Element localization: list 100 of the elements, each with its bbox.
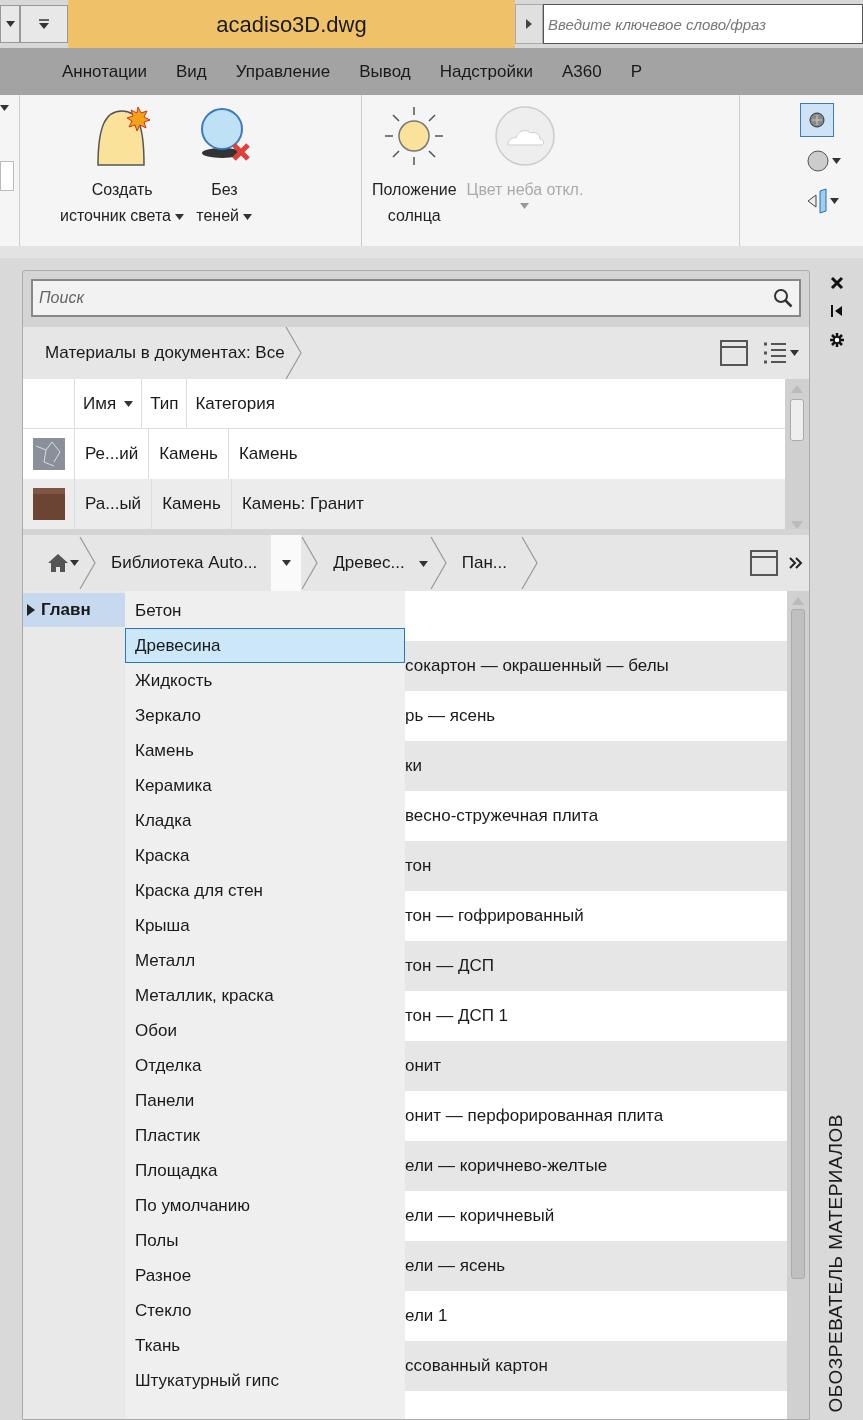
list-item[interactable]: ки (405, 753, 422, 779)
list-item[interactable]: тон — ДСП (405, 953, 494, 979)
sphere-icon (808, 111, 826, 129)
list-view-button[interactable] (763, 341, 799, 365)
pin-icon[interactable] (829, 304, 844, 318)
ribbon-tab[interactable]: Вид (176, 58, 207, 85)
list-item[interactable]: тон — гофрированный (405, 903, 584, 929)
breadcrumb-item[interactable]: Материалы в документах: Все (23, 340, 285, 366)
dropdown-item[interactable]: Керамика (125, 768, 405, 803)
ribbon-button[interactable]: Создать источник света (60, 95, 185, 246)
ribbon-tab[interactable]: Аннотации (62, 58, 147, 85)
caret-icon (124, 400, 134, 407)
dropdown-item[interactable]: Кладка (125, 803, 405, 838)
breadcrumb-separator (301, 537, 320, 589)
sphere-icon (806, 149, 830, 173)
breadcrumb-separator (284, 327, 303, 379)
list-item[interactable]: ели — коричнево-желтые (405, 1153, 608, 1179)
caret-icon (70, 560, 79, 566)
column-header[interactable]: Категория (187, 379, 785, 428)
ribbon-tab[interactable]: Вывод (359, 58, 411, 85)
dropdown-button[interactable] (0, 5, 20, 43)
granite-swatch (32, 488, 65, 520)
search-field[interactable]: Введите ключевое слово/фраз (543, 4, 863, 44)
dropdown-item[interactable]: Панели (125, 1083, 405, 1118)
table-cell: Камень (152, 479, 232, 529)
list-icon (763, 341, 787, 365)
list-item[interactable]: ссованный картон (405, 1353, 548, 1379)
render-mode-button[interactable] (800, 103, 834, 137)
ribbon-tab[interactable]: A360 (561, 58, 602, 85)
dropdown-item[interactable]: Камень (125, 733, 405, 768)
scrollbar[interactable] (787, 591, 809, 1419)
search-icon (773, 288, 793, 308)
ribbon-button[interactable]: Положение солнца (372, 95, 457, 246)
list-item[interactable]: ели — коричневый (405, 1203, 555, 1229)
window-title: acadiso3D.dwg (68, 0, 515, 48)
ribbon-tab[interactable]: Надстройки (439, 58, 533, 85)
dropdown-item[interactable]: Крыша (125, 908, 405, 943)
list-item[interactable]: ели 1 (405, 1303, 448, 1329)
dropdown-item[interactable]: Металлик, краска (125, 978, 405, 1013)
caret-icon (0, 105, 9, 111)
caret-icon (790, 350, 799, 356)
dropdown-item[interactable]: Обои (125, 1013, 405, 1048)
dropdown-item[interactable]: Краска для стен (125, 873, 405, 908)
dropdown-item[interactable]: Отделка (125, 1048, 405, 1083)
ribbon-button[interactable]: Без теней (194, 95, 255, 246)
breadcrumb-item[interactable]: Пан... (447, 550, 521, 576)
breadcrumb-item[interactable]: Древес... (319, 550, 419, 576)
caret-icon (5, 21, 15, 27)
stone-swatch (32, 438, 65, 470)
cloud-icon (493, 105, 556, 167)
dropdown-item[interactable]: Зеркало (125, 698, 405, 733)
expand-button[interactable] (515, 4, 543, 44)
window-icon[interactable] (719, 339, 749, 367)
list-item[interactable]: тон (405, 853, 432, 879)
plane-icon (806, 188, 828, 214)
dropdown-item[interactable]: Пластик (125, 1118, 405, 1153)
dropdown-item[interactable]: Стекло (125, 1293, 405, 1328)
search-field[interactable]: Поиск (31, 279, 801, 317)
ribbon-tab[interactable]: Управление (235, 58, 331, 85)
triangle-icon (526, 19, 532, 29)
list-item[interactable]: онит (405, 1053, 442, 1079)
scroll-thumb[interactable] (790, 399, 804, 441)
column-header[interactable]: Тип (142, 379, 188, 428)
breadcrumb-item[interactable]: Библиотека Auto... (97, 550, 272, 576)
list-item[interactable]: весно-стружечная плита (405, 803, 599, 829)
input-field[interactable] (0, 161, 14, 191)
scroll-thumb[interactable] (791, 609, 805, 1279)
table-cell: Ра...ый (75, 479, 153, 529)
dropdown-item[interactable]: Бетон (125, 593, 405, 628)
table-cell-text: Камень (237, 443, 299, 466)
palette-title: ОБОЗРЕВАТЕЛЬ МАТЕРИАЛОВ (824, 1113, 848, 1412)
dropdown-item[interactable]: Полы (125, 1223, 405, 1258)
list-item[interactable]: тон — ДСП 1 (405, 1003, 509, 1029)
caret-icon (281, 560, 291, 566)
list-item[interactable]: онит — перфорированная плита (405, 1103, 664, 1129)
expand-triangle-icon (27, 604, 35, 616)
dropdown-item[interactable]: Площадка (125, 1153, 405, 1188)
list-item[interactable]: рь — ясень (405, 703, 496, 729)
more-icon[interactable] (789, 557, 803, 569)
list-item[interactable]: ели — ясень (405, 1253, 506, 1279)
dropdown-item[interactable]: Жидкость (125, 663, 405, 698)
dropdown-item[interactable]: Металл (125, 943, 405, 978)
window-icon[interactable] (749, 549, 779, 577)
dropdown-item[interactable]: Разное (125, 1258, 405, 1293)
dropdown-item[interactable]: Ткань (125, 1328, 405, 1363)
column-header[interactable]: Имя (75, 379, 143, 428)
quick-access-menu-button[interactable] (20, 5, 68, 43)
list-item[interactable]: сокартон — окрашенный — белы (405, 653, 669, 679)
caret-icon (175, 213, 185, 220)
dropdown-item[interactable]: Краска (125, 838, 405, 873)
table-cell-text: Камень: Гранит (240, 493, 365, 516)
close-icon[interactable] (829, 276, 844, 290)
scrollbar[interactable] (785, 379, 809, 529)
dropdown-item[interactable]: По умолчанию (125, 1188, 405, 1223)
caret-icon (418, 560, 428, 567)
dropdown-item[interactable]: Штукатурный гипс (125, 1363, 405, 1398)
settings-icon[interactable] (828, 332, 845, 348)
tree-item[interactable]: Главн (23, 593, 125, 627)
dropdown-item[interactable]: Древесина (125, 628, 405, 663)
ribbon-tab[interactable]: Р (630, 58, 642, 85)
